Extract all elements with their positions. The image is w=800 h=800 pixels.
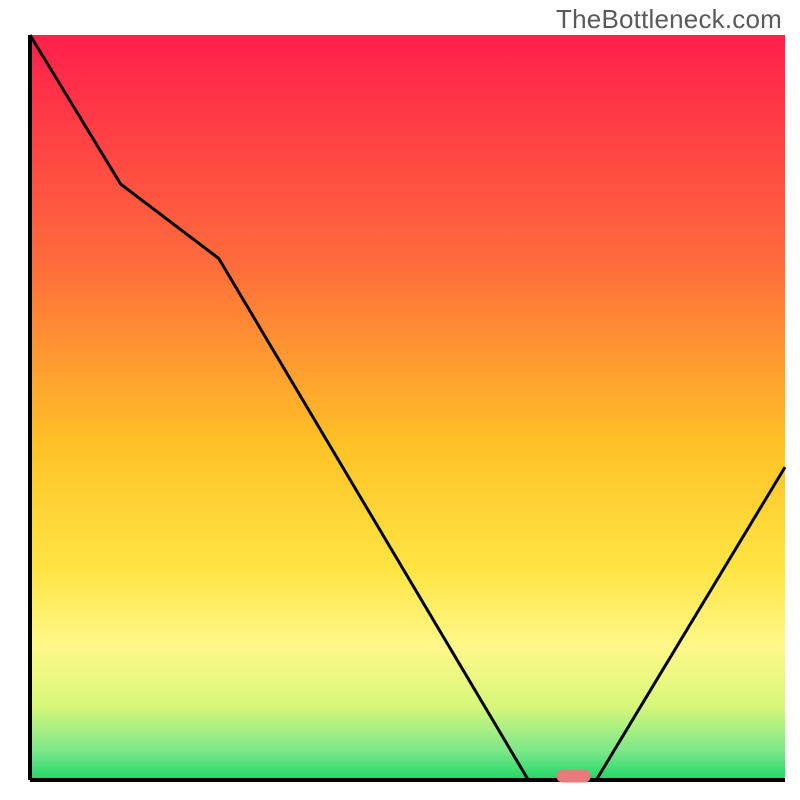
plot-gradient-background <box>30 35 785 780</box>
valley-marker <box>557 770 591 783</box>
bottleneck-chart <box>0 0 800 800</box>
